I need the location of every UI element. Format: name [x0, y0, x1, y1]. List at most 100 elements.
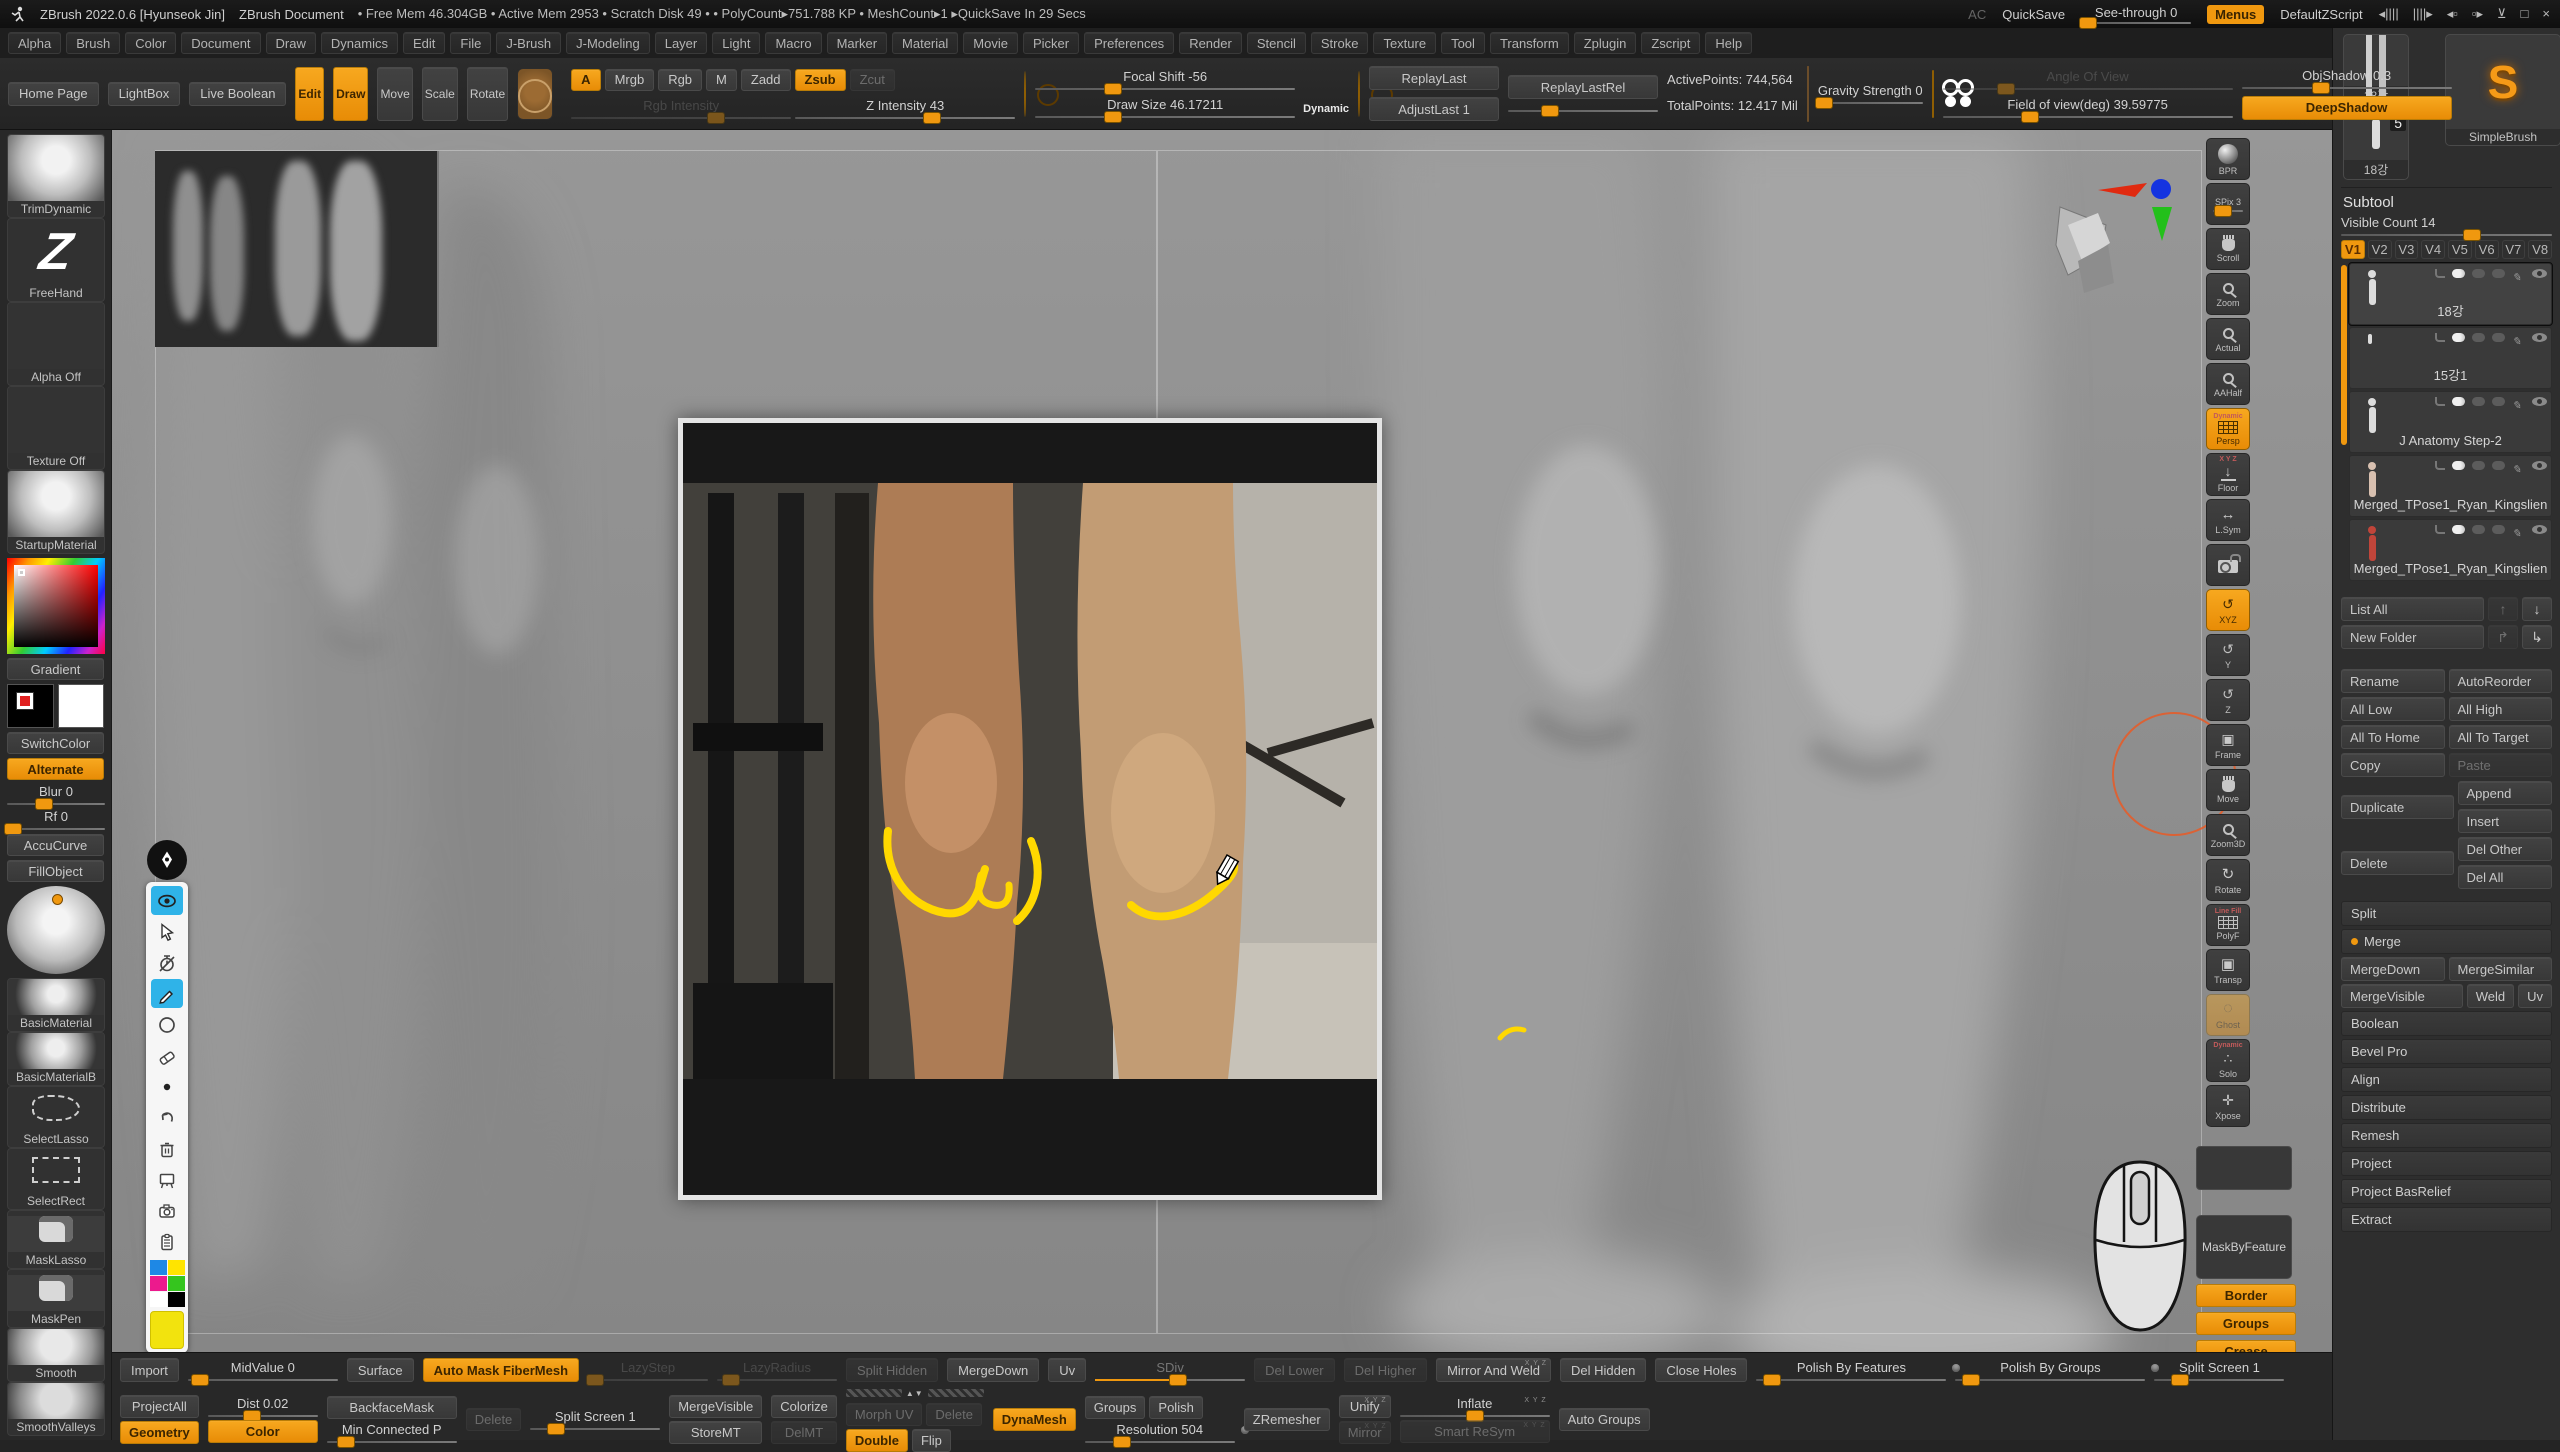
frame[interactable]: Frame: [2206, 724, 2250, 766]
duplicate-button[interactable]: Duplicate: [2341, 795, 2454, 819]
help-button[interactable]: Help: [1705, 32, 1752, 54]
move-down-button[interactable]: ↓: [2522, 597, 2552, 621]
bpr-button[interactable]: BPR: [2206, 138, 2250, 180]
brush-tile[interactable]: Alpha Off: [7, 302, 105, 386]
current-brush-preview[interactable]: [517, 68, 553, 120]
color-picker[interactable]: [7, 558, 105, 654]
window-controls[interactable]: ◂|||| ||||▸ ◂▫ ▫▸ ⊻ □ ×: [2379, 6, 2550, 22]
autoreorder-button[interactable]: AutoReorder: [2449, 669, 2553, 693]
switchcolor-button[interactable]: SwitchColor: [7, 732, 104, 754]
midvalue-0-slider[interactable]: MidValue 0: [188, 1360, 338, 1381]
polyf[interactable]: Line FillPolyF: [2206, 904, 2250, 946]
close-icon[interactable]: ×: [2542, 6, 2550, 22]
align[interactable]: Align: [2341, 1067, 2552, 1092]
material-preview-sphere[interactable]: [7, 886, 105, 974]
menus-button[interactable]: Menus: [2207, 5, 2264, 24]
visibility-eye-icon[interactable]: [2532, 269, 2547, 278]
fillobject-button[interactable]: FillObject: [7, 860, 104, 882]
subtool-row[interactable]: 15강1: [2349, 327, 2552, 389]
unify-button[interactable]: UnifyX Y Z: [1339, 1395, 1391, 1418]
project-basrelief[interactable]: Project BasRelief: [2341, 1179, 2552, 1204]
polypaint-icon[interactable]: [2452, 525, 2465, 534]
marker-button[interactable]: Marker: [827, 32, 887, 54]
double-button[interactable]: Double: [846, 1429, 908, 1452]
default-zscript-button[interactable]: DefaultZScript: [2280, 7, 2362, 22]
brush-tile[interactable]: SelectLasso: [7, 1086, 105, 1148]
brush-tile[interactable]: StartupMaterial: [7, 470, 105, 554]
subtool-row[interactable]: Merged_TPose1_Ryan_Kingslien: [2349, 519, 2552, 581]
marker-pen-button[interactable]: [151, 979, 183, 1008]
project[interactable]: Project: [2341, 1151, 2552, 1176]
extract[interactable]: Extract: [2341, 1207, 2552, 1232]
del-lower-button[interactable]: Del Lower: [1254, 1358, 1335, 1382]
preferences-button[interactable]: Preferences: [1084, 32, 1174, 54]
uv-map-icon[interactable]: [2472, 269, 2485, 278]
floor[interactable]: X Y ZFloor: [2206, 453, 2250, 496]
rotate-xyz-button[interactable]: XYZ: [2206, 589, 2250, 631]
divider-left-icon[interactable]: ◂||||: [2379, 6, 2399, 22]
j-modeling-button[interactable]: J-Modeling: [566, 32, 650, 54]
replaylastrel-button[interactable]: ReplayLastRel: [1508, 75, 1658, 99]
polypaint-icon[interactable]: [2452, 269, 2465, 278]
edit-button[interactable]: Edit: [403, 32, 445, 54]
smart-resym-button[interactable]: Smart ReSymX Y Z: [1400, 1420, 1550, 1443]
view-tab[interactable]: V3: [2395, 240, 2419, 259]
movie-button[interactable]: Movie: [963, 32, 1018, 54]
brush-tile[interactable]: SelectRect: [7, 1148, 105, 1210]
brush-tile[interactable]: BasicMaterial: [7, 978, 105, 1032]
mergesimilar-button[interactable]: MergeSimilar: [2449, 957, 2553, 981]
gradient-button[interactable]: Gradient: [7, 658, 104, 680]
rotate-y-button[interactable]: Y: [2206, 634, 2250, 676]
list-arrow-icon[interactable]: [2435, 525, 2445, 534]
delete-button[interactable]: Delete: [2341, 851, 2454, 875]
move-view-button[interactable]: Move: [2206, 769, 2250, 811]
whiteboard-button[interactable]: [151, 1165, 183, 1194]
paste-button[interactable]: Paste: [2449, 753, 2553, 777]
zcut-button[interactable]: Zcut: [850, 69, 895, 91]
view-tab[interactable]: V1: [2341, 240, 2365, 259]
uv-map-icon[interactable]: [2472, 333, 2485, 342]
delete-button[interactable]: Delete: [466, 1408, 522, 1431]
polish-button[interactable]: Polish: [1149, 1396, 1202, 1419]
view-tab[interactable]: V5: [2448, 240, 2472, 259]
border-button[interactable]: Border: [2196, 1284, 2296, 1307]
texture-button[interactable]: Texture: [1373, 32, 1436, 54]
move-to-bottom-button[interactable]: ↳: [2522, 625, 2552, 649]
bevel-pro[interactable]: Bevel Pro: [2341, 1039, 2552, 1064]
backfacemask-button[interactable]: BackfaceMask: [327, 1396, 457, 1419]
mrgb-button[interactable]: Mrgb: [605, 69, 655, 91]
all-high-button[interactable]: All High: [2449, 697, 2553, 721]
zoom3d[interactable]: Zoom3D: [2206, 814, 2250, 856]
z-intensity-43-slider[interactable]: Z Intensity 43: [795, 98, 1015, 119]
deepshadow-button[interactable]: DeepShadow: [2242, 96, 2452, 120]
rf-0-slider[interactable]: Rf 0: [7, 809, 105, 830]
distribute[interactable]: Distribute: [2341, 1095, 2552, 1120]
accucurve-button[interactable]: AccuCurve: [7, 834, 104, 856]
cursor-tool-button[interactable]: [151, 917, 183, 946]
list-arrow-icon[interactable]: [2435, 461, 2445, 470]
brush-tile[interactable]: TrimDynamic: [7, 134, 105, 218]
dist-0-02-slider[interactable]: Dist 0.02: [208, 1396, 318, 1417]
document-button[interactable]: Document: [181, 32, 260, 54]
rotate-button[interactable]: Rotate: [467, 67, 508, 121]
lightbox-button[interactable]: LightBox: [108, 82, 181, 106]
visibility-eye-icon[interactable]: [2532, 333, 2547, 342]
polypaint-icon[interactable]: [2452, 333, 2465, 342]
minimize-icon[interactable]: ⊻: [2497, 6, 2507, 22]
list-arrow-icon[interactable]: [2435, 333, 2445, 342]
divider-right-icon[interactable]: ||||▸: [2413, 6, 2433, 22]
actual[interactable]: Actual: [2206, 318, 2250, 360]
visible-count-slider[interactable]: Visible Count 14: [2341, 215, 2552, 236]
view-tab[interactable]: V6: [2475, 240, 2499, 259]
tool-button[interactable]: Tool: [1441, 32, 1485, 54]
file-button[interactable]: File: [450, 32, 491, 54]
axis-y-arrow[interactable]: [2152, 207, 2172, 241]
palette-swatch[interactable]: [168, 1276, 185, 1291]
delmt-button[interactable]: DelMT: [771, 1421, 837, 1444]
append-button[interactable]: Append: [2458, 781, 2553, 805]
sdiv-step-widget[interactable]: ▲▼: [846, 1386, 984, 1400]
a-button[interactable]: A: [571, 69, 600, 91]
camera-icon-button[interactable]: [1932, 70, 1934, 118]
uv-map-icon[interactable]: [2472, 397, 2485, 406]
groups-button[interactable]: Groups: [2196, 1312, 2296, 1335]
